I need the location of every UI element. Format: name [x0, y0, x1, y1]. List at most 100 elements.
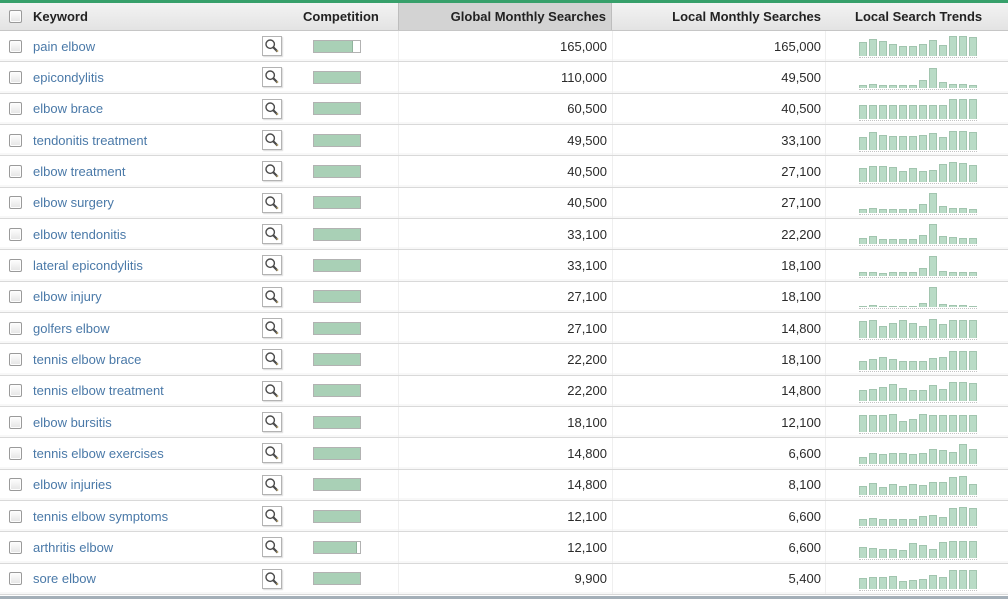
keyword-link[interactable]: arthritis elbow: [33, 540, 113, 555]
trend-bar: [889, 323, 897, 338]
row-checkbox[interactable]: [9, 134, 22, 147]
trend-bar: [949, 382, 957, 401]
trend-bar: [949, 131, 957, 150]
search-keyword-button[interactable]: [262, 287, 282, 307]
column-header-competition[interactable]: Competition: [298, 9, 398, 24]
trends-cell: [825, 438, 1008, 468]
magnifier-icon: [264, 163, 280, 179]
row-checkbox[interactable]: [9, 196, 22, 209]
row-checkbox[interactable]: [9, 71, 22, 84]
search-keyword-button[interactable]: [262, 193, 282, 213]
search-keyword-button[interactable]: [262, 537, 282, 557]
search-keyword-button[interactable]: [262, 224, 282, 244]
trend-bar: [929, 193, 937, 213]
row-checkbox[interactable]: [9, 353, 22, 366]
keyword-link[interactable]: elbow brace: [33, 101, 103, 116]
column-header-keyword[interactable]: Keyword: [30, 9, 258, 24]
keyword-link[interactable]: elbow surgery: [33, 195, 114, 210]
row-checkbox[interactable]: [9, 510, 22, 523]
magnifier-icon: [264, 351, 280, 367]
competition-bar-fill: [314, 448, 360, 459]
row-action-cell: [258, 381, 298, 401]
trend-bar: [919, 171, 927, 182]
search-keyword-button[interactable]: [262, 349, 282, 369]
trend-bar: [879, 487, 887, 495]
trend-bar: [889, 105, 897, 119]
search-keyword-button[interactable]: [262, 130, 282, 150]
row-action-cell: [258, 130, 298, 150]
column-header-global-monthly-searches[interactable]: Global Monthly Searches: [398, 3, 612, 30]
row-action-cell: [258, 475, 298, 495]
search-keyword-button[interactable]: [262, 161, 282, 181]
competition-bar: [313, 416, 361, 429]
row-checkbox-cell: [0, 165, 30, 178]
select-all-checkbox[interactable]: [9, 10, 22, 23]
keyword-link[interactable]: tennis elbow symptoms: [33, 509, 168, 524]
competition-bar-fill: [314, 197, 360, 208]
table-row: tennis elbow treatment 22,200 14,800: [0, 376, 1008, 407]
search-keyword-button[interactable]: [262, 381, 282, 401]
keyword-link[interactable]: pain elbow: [33, 39, 95, 54]
row-checkbox[interactable]: [9, 165, 22, 178]
keyword-link[interactable]: lateral epicondylitis: [33, 258, 143, 273]
competition-bar: [313, 478, 361, 491]
trend-bar: [889, 549, 897, 558]
keyword-link[interactable]: elbow bursitis: [33, 415, 112, 430]
trend-bar: [969, 238, 977, 244]
trend-sparkline: [859, 474, 977, 497]
row-checkbox-cell: [0, 40, 30, 53]
keyword-link[interactable]: elbow injuries: [33, 477, 112, 492]
row-checkbox[interactable]: [9, 384, 22, 397]
competition-bar: [313, 384, 361, 397]
column-header-local-search-trends[interactable]: Local Search Trends: [825, 9, 1008, 24]
trend-bar: [879, 306, 887, 307]
table-row: elbow tendonitis 33,100 22,200: [0, 219, 1008, 250]
keyword-link[interactable]: epicondylitis: [33, 70, 104, 85]
keyword-link[interactable]: golfers elbow: [33, 321, 110, 336]
magnifier-icon: [264, 226, 280, 242]
search-keyword-button[interactable]: [262, 255, 282, 275]
search-keyword-button[interactable]: [262, 36, 282, 56]
keyword-link[interactable]: sore elbow: [33, 571, 96, 586]
keyword-link[interactable]: elbow treatment: [33, 164, 126, 179]
row-checkbox[interactable]: [9, 447, 22, 460]
keyword-link[interactable]: elbow injury: [33, 289, 102, 304]
row-checkbox[interactable]: [9, 102, 22, 115]
keyword-link[interactable]: elbow tendonitis: [33, 227, 126, 242]
trend-bar: [929, 449, 937, 464]
table-row: lateral epicondylitis 33,100 18,100: [0, 250, 1008, 281]
row-checkbox[interactable]: [9, 322, 22, 335]
search-keyword-button[interactable]: [262, 569, 282, 589]
row-checkbox[interactable]: [9, 290, 22, 303]
search-keyword-button[interactable]: [262, 443, 282, 463]
row-checkbox[interactable]: [9, 40, 22, 53]
search-keyword-button[interactable]: [262, 67, 282, 87]
trend-bar: [949, 162, 957, 182]
search-keyword-button[interactable]: [262, 318, 282, 338]
competition-bar: [313, 259, 361, 272]
column-header-local-monthly-searches[interactable]: Local Monthly Searches: [612, 9, 825, 24]
trend-bar: [879, 357, 887, 370]
table-row: arthritis elbow 12,100 6,600: [0, 532, 1008, 563]
row-checkbox[interactable]: [9, 572, 22, 585]
trend-bar: [929, 385, 937, 401]
keyword-cell: arthritis elbow: [30, 540, 258, 555]
trend-bar: [859, 486, 867, 495]
row-checkbox[interactable]: [9, 259, 22, 272]
search-keyword-button[interactable]: [262, 506, 282, 526]
row-checkbox[interactable]: [9, 416, 22, 429]
keyword-link[interactable]: tennis elbow brace: [33, 352, 141, 367]
competition-cell: [298, 478, 398, 491]
row-checkbox[interactable]: [9, 228, 22, 241]
keyword-link[interactable]: tennis elbow exercises: [33, 446, 164, 461]
row-checkbox-cell: [0, 102, 30, 115]
row-checkbox[interactable]: [9, 478, 22, 491]
keyword-link[interactable]: tennis elbow treatment: [33, 383, 164, 398]
search-keyword-button[interactable]: [262, 475, 282, 495]
keyword-link[interactable]: tendonitis treatment: [33, 133, 147, 148]
search-keyword-button[interactable]: [262, 99, 282, 119]
row-checkbox-cell: [0, 259, 30, 272]
search-keyword-button[interactable]: [262, 412, 282, 432]
keyword-cell: tennis elbow brace: [30, 352, 258, 367]
row-checkbox[interactable]: [9, 541, 22, 554]
